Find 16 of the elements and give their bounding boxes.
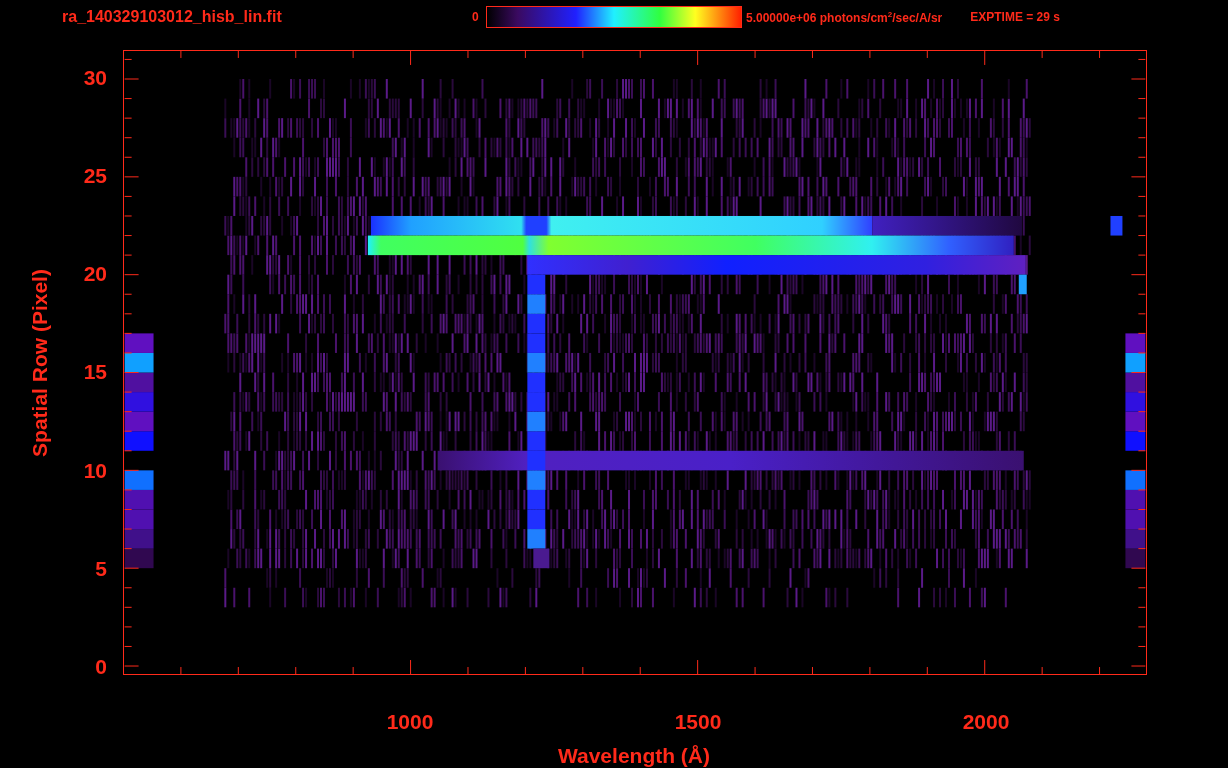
- x-tick-label: 1000: [385, 710, 435, 734]
- x-axis-title: Wavelength (Å): [557, 744, 711, 768]
- x-tick-label: 1500: [673, 710, 723, 734]
- y-tick-label: 15: [83, 361, 107, 384]
- y-tick-label: 0: [95, 655, 107, 678]
- y-axis-title: Spatial Row (Pixel): [28, 268, 52, 457]
- exposure-time: EXPTIME = 29 s: [970, 10, 1060, 24]
- y-tick-label: 30: [83, 67, 107, 89]
- file-title: ra_140329103012_hisb_lin.fit: [62, 8, 283, 26]
- y-tick-label: 20: [83, 263, 107, 286]
- y-tick-label: 5: [95, 557, 107, 580]
- colorbar-min-label: 0: [472, 10, 480, 24]
- colorbar-max-label: 5.00000e+06 photons/cm$^{2}$/sec/A/sr: [746, 9, 943, 25]
- y-tick-label: 25: [83, 165, 107, 188]
- y-tick-label: 10: [83, 459, 107, 482]
- x-tick-label: 2000: [961, 710, 1011, 734]
